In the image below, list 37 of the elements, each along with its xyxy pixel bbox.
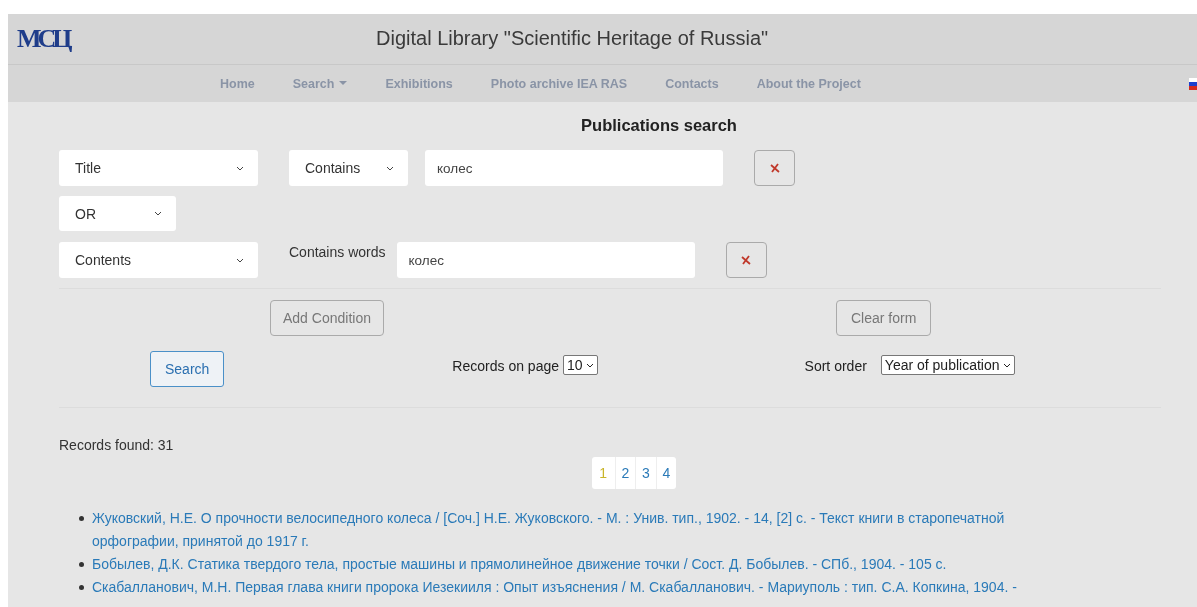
search-input[interactable]: колес: [425, 150, 723, 186]
logo[interactable]: МСЦ: [17, 24, 69, 54]
page-link[interactable]: 4: [655, 457, 677, 489]
form-title: Publications search: [580, 115, 738, 136]
search-button[interactable]: Search: [150, 351, 225, 387]
result-link[interactable]: Скабалланович, М.Н. Первая глава книги пророка Иезекииля : Опыт изъяснения / М. Скабалланович. - Мариуполь : тип. С.А. Копкина, 1904. -: [92, 576, 1017, 599]
records-per-page-select[interactable]: 10: [563, 355, 598, 375]
field-select[interactable]: Contents: [59, 242, 258, 278]
sort-order-select[interactable]: Year of publication: [880, 355, 1015, 375]
records-per-page-label: Records on page: [452, 358, 559, 374]
close-icon: [769, 163, 780, 173]
chevron-icon: [154, 211, 162, 216]
site-title: Digital Library "Scientific Heritage of Russia": [376, 27, 769, 50]
bullet-icon: [79, 516, 84, 521]
close-icon: [741, 255, 751, 265]
records-found: Records found: 31: [59, 437, 175, 453]
chevron-icon: [386, 165, 394, 171]
chevron-icon: [585, 362, 594, 368]
field-select[interactable]: Title: [59, 150, 258, 186]
operator-select[interactable]: Contains: [289, 150, 408, 186]
logic-select[interactable]: OR: [59, 196, 176, 231]
remove-button[interactable]: [754, 150, 795, 186]
chevron-icon: [1002, 362, 1011, 368]
bullet-icon: [79, 562, 84, 567]
add-condition-button[interactable]: Add Condition: [270, 300, 384, 336]
clear-form-button[interactable]: Clear form: [835, 300, 932, 336]
search-input[interactable]: колес: [396, 242, 695, 278]
remove-button[interactable]: [725, 242, 767, 278]
operator-label: Contains words: [289, 244, 386, 260]
chevron-icon: [236, 165, 244, 171]
sort-order-label: Sort order: [804, 358, 867, 374]
result-link[interactable]: Жуковский, Н.Е. О прочности велосипедного колеса / [Соч.] Н.Е. Жуковского. - М. : Унив. тип., 1902. - 14, [2] с. - Текст книги в старопечатной орфографии, принятой до 1917 г.: [92, 507, 1089, 553]
bullet-icon: [79, 585, 84, 590]
chevron-icon: [236, 257, 244, 263]
page-link[interactable]: 3: [635, 457, 656, 489]
page-link[interactable]: 2: [614, 457, 636, 489]
result-link[interactable]: Бобылев, Д.К. Статика твердого тела, простые машины и прямолинейное движение точки / Сост. Д. Бобылев. - СПб., 1904. - 105 с.: [92, 553, 947, 576]
